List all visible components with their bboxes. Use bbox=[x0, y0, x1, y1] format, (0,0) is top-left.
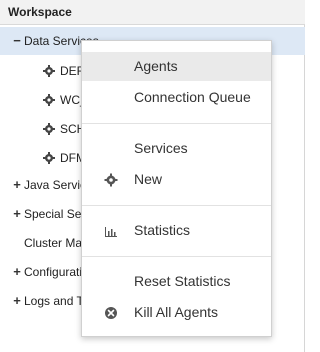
tree-node-label: Cluster Ma bbox=[24, 236, 83, 250]
workspace-title: Workspace bbox=[8, 5, 72, 19]
context-menu: Agents Connection Queue Services New Sta… bbox=[81, 40, 272, 337]
tree-node-label: Configuratio bbox=[24, 265, 89, 279]
menu-item-connection-queue[interactable]: Connection Queue bbox=[82, 83, 271, 112]
menu-separator bbox=[82, 256, 271, 257]
tree-node-label: Logs and T bbox=[24, 294, 84, 308]
menu-item-label: Connection Queue bbox=[134, 89, 251, 105]
collapse-icon[interactable]: − bbox=[12, 27, 22, 55]
menu-separator bbox=[82, 123, 271, 124]
menu-item-label: Agents bbox=[134, 58, 178, 74]
menu-item-new[interactable]: New bbox=[82, 165, 271, 194]
menu-item-statistics[interactable]: Statistics bbox=[82, 216, 271, 245]
menu-item-label: Services bbox=[134, 140, 188, 156]
gear-icon bbox=[43, 94, 55, 106]
expand-icon[interactable]: + bbox=[12, 171, 22, 199]
close-circle-icon bbox=[105, 307, 117, 319]
gear-icon bbox=[43, 65, 55, 77]
menu-item-agents[interactable]: Agents bbox=[82, 52, 271, 81]
tree-node-label: Special Ser bbox=[24, 207, 86, 221]
menu-item-kill-all-agents[interactable]: Kill All Agents bbox=[82, 298, 271, 327]
tree-node-label: Java Servic bbox=[24, 178, 87, 192]
menu-item-label: New bbox=[134, 171, 163, 187]
menu-item-reset-statistics[interactable]: Reset Statistics bbox=[82, 267, 271, 296]
menu-separator bbox=[82, 205, 271, 206]
menu-item-label: Statistics bbox=[134, 222, 191, 238]
expand-icon[interactable]: + bbox=[12, 287, 22, 315]
expand-icon[interactable]: + bbox=[12, 200, 22, 228]
workspace-header: Workspace bbox=[0, 0, 305, 25]
workspace-panel: Workspace − Data Services DEFA WC_ SCH D… bbox=[0, 0, 305, 352]
expand-icon[interactable]: + bbox=[12, 258, 22, 286]
gear-icon bbox=[104, 173, 118, 187]
menu-item-services[interactable]: Services bbox=[82, 134, 271, 163]
menu-item-label: Kill All Agents bbox=[134, 304, 219, 320]
gear-icon bbox=[43, 123, 55, 135]
bar-chart-icon bbox=[105, 227, 117, 237]
gear-icon bbox=[43, 152, 55, 164]
menu-item-label: Reset Statistics bbox=[134, 273, 231, 289]
